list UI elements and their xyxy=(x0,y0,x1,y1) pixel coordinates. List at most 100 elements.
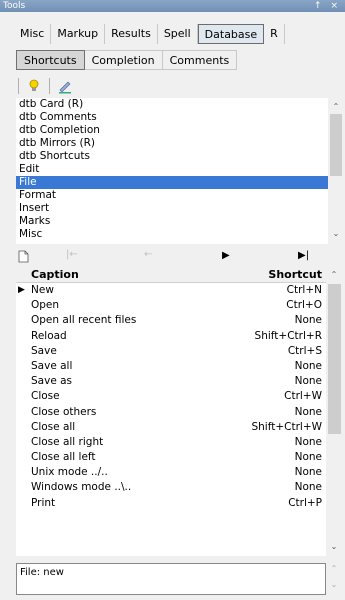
scroll-down-icon[interactable]: ⌄ xyxy=(326,542,342,551)
row-indicator-icon: ▶ xyxy=(18,285,25,295)
caption-cell: Close xyxy=(31,390,60,403)
grid-scrollbar[interactable]: ⌃ ⌄ xyxy=(326,266,343,556)
last-icon[interactable]: ▶| xyxy=(298,250,309,261)
shortcut-cell: None xyxy=(294,359,322,372)
caption-cell: Unix mode ../.. xyxy=(31,466,108,479)
list-item[interactable]: dtb Card (R) xyxy=(16,98,328,111)
scroll-thumb[interactable] xyxy=(328,284,341,434)
shortcut-header[interactable]: Shortcut xyxy=(268,266,322,283)
window-controls[interactable]: ↑ × xyxy=(314,0,341,12)
scroll-down-icon[interactable]: ⌄ xyxy=(326,580,342,589)
shortcut-cell: None xyxy=(294,314,322,327)
list-item[interactable]: dtb Shortcuts xyxy=(16,150,328,163)
list-item[interactable]: File xyxy=(16,176,328,189)
table-row[interactable]: Close Ctrl+W xyxy=(16,389,326,404)
subtab-completion[interactable]: Completion xyxy=(84,50,163,70)
toolbar-separator xyxy=(49,78,50,94)
window-title: Tools xyxy=(3,1,26,11)
table-row[interactable]: Close all Shift+Ctrl+W xyxy=(16,420,326,435)
list-item[interactable]: dtb Mirrors (R) xyxy=(16,137,328,150)
table-row[interactable]: Open all recent files None xyxy=(16,313,326,328)
shortcut-cell: None xyxy=(294,466,322,479)
category-scrollbar[interactable]: ⌃ ⌄ xyxy=(328,98,344,244)
shortcut-cell: Shift+Ctrl+W xyxy=(251,420,322,433)
table-row[interactable]: Windows mode ..\.. None xyxy=(16,480,326,495)
lightbulb-icon[interactable] xyxy=(25,77,43,95)
scroll-up-icon[interactable]: ⌃ xyxy=(326,270,342,279)
table-row[interactable]: Print Ctrl+P xyxy=(16,496,326,511)
list-item[interactable]: Marks xyxy=(16,215,328,228)
main-tabs: Misc Markup Results Spell Database R xyxy=(14,24,345,44)
table-row[interactable]: Save all None xyxy=(16,359,326,374)
shortcut-cell: None xyxy=(294,481,322,494)
shortcut-toolbar xyxy=(16,76,74,96)
list-item[interactable]: Format xyxy=(16,189,328,202)
caption-cell: Close all xyxy=(31,420,76,433)
shortcut-cell: Shift+Ctrl+R xyxy=(254,329,322,342)
tab-database[interactable]: Database xyxy=(197,24,265,44)
tab-results[interactable]: Results xyxy=(105,24,158,44)
shortcut-cell: Ctrl+S xyxy=(287,344,322,357)
caption-cell: Close all left xyxy=(31,451,96,464)
shortcut-cell: None xyxy=(294,451,322,464)
status-memo[interactable]: File: new xyxy=(16,563,326,595)
table-row[interactable]: ▶ New Ctrl+N xyxy=(16,283,326,298)
caption-cell: Save xyxy=(31,344,57,357)
scroll-down-icon[interactable]: ⌄ xyxy=(328,229,344,238)
table-row[interactable]: Reload Shift+Ctrl+R xyxy=(16,329,326,344)
play-icon[interactable]: ▶ xyxy=(222,250,230,261)
first-icon[interactable]: |← xyxy=(66,249,78,260)
new-doc-icon[interactable] xyxy=(18,250,29,263)
tab-spell[interactable]: Spell xyxy=(158,24,198,44)
tab-misc[interactable]: Misc xyxy=(14,24,52,44)
category-list[interactable]: dtb Card (R) dtb Comments dtb Completion dt… xyxy=(16,98,328,244)
table-row[interactable]: Open Ctrl+O xyxy=(16,298,326,313)
shortcut-cell: Ctrl+P xyxy=(288,496,322,509)
list-item[interactable]: Misc xyxy=(16,228,328,241)
tab-markup[interactable]: Markup xyxy=(51,24,106,44)
caption-cell: Save all xyxy=(31,359,73,372)
grid-header: Caption Shortcut xyxy=(16,266,326,283)
list-item[interactable]: dtb Completion xyxy=(16,124,328,137)
status-text: File: new xyxy=(20,567,64,578)
list-item[interactable]: Edit xyxy=(16,163,328,176)
pen-icon[interactable] xyxy=(56,77,74,95)
tools-window: Tools ↑ × Misc Markup Results Spell Database… xyxy=(0,0,345,600)
table-row[interactable]: Save Ctrl+S xyxy=(16,344,326,359)
caption-cell: Close others xyxy=(31,405,97,418)
sub-tabs: Shortcuts Completion Comments xyxy=(16,50,238,70)
scroll-up-icon[interactable]: ⌃ xyxy=(328,102,344,111)
shortcut-cell: None xyxy=(294,435,322,448)
caption-cell: Reload xyxy=(31,329,67,342)
caption-cell: Print xyxy=(31,496,56,509)
table-row[interactable]: Close all right None xyxy=(16,435,326,450)
grid-navigator: |← ← ▶ ▶| xyxy=(16,248,328,266)
scroll-thumb[interactable] xyxy=(330,114,342,176)
toolbar-separator xyxy=(18,78,19,94)
shortcut-cell: Ctrl+O xyxy=(286,299,322,312)
table-row[interactable]: Unix mode ../.. None xyxy=(16,465,326,480)
list-item[interactable]: Insert xyxy=(16,202,328,215)
caption-cell: New xyxy=(31,284,54,296)
tab-r[interactable]: R xyxy=(264,24,285,44)
subtab-shortcuts[interactable]: Shortcuts xyxy=(16,50,85,70)
table-row[interactable]: Close all left None xyxy=(16,450,326,465)
title-bar[interactable]: Tools ↑ × xyxy=(0,0,345,12)
subtab-comments[interactable]: Comments xyxy=(162,50,238,70)
table-row[interactable]: Close others None xyxy=(16,405,326,420)
shortcut-grid: Caption Shortcut ▶ New Ctrl+N Open Ctrl+O Ope… xyxy=(16,266,326,556)
shortcut-cell: None xyxy=(294,405,322,418)
scroll-up-icon[interactable]: ⌃ xyxy=(326,564,342,573)
shortcut-cell: Ctrl+W xyxy=(284,390,322,403)
table-row[interactable]: Save as None xyxy=(16,374,326,389)
caption-cell: Save as xyxy=(31,375,73,388)
caption-cell: Windows mode ..\.. xyxy=(31,481,132,494)
caption-cell: Close all right xyxy=(31,435,104,448)
caption-header[interactable]: Caption xyxy=(31,266,79,283)
shortcut-cell: None xyxy=(294,375,322,388)
status-scrollbar[interactable]: ⌃ ⌄ xyxy=(326,563,343,595)
caption-cell: Open all recent files xyxy=(31,314,137,327)
list-item[interactable]: dtb Comments xyxy=(16,111,328,124)
prev-icon[interactable]: ← xyxy=(144,249,152,260)
caption-cell: Open xyxy=(31,299,60,312)
